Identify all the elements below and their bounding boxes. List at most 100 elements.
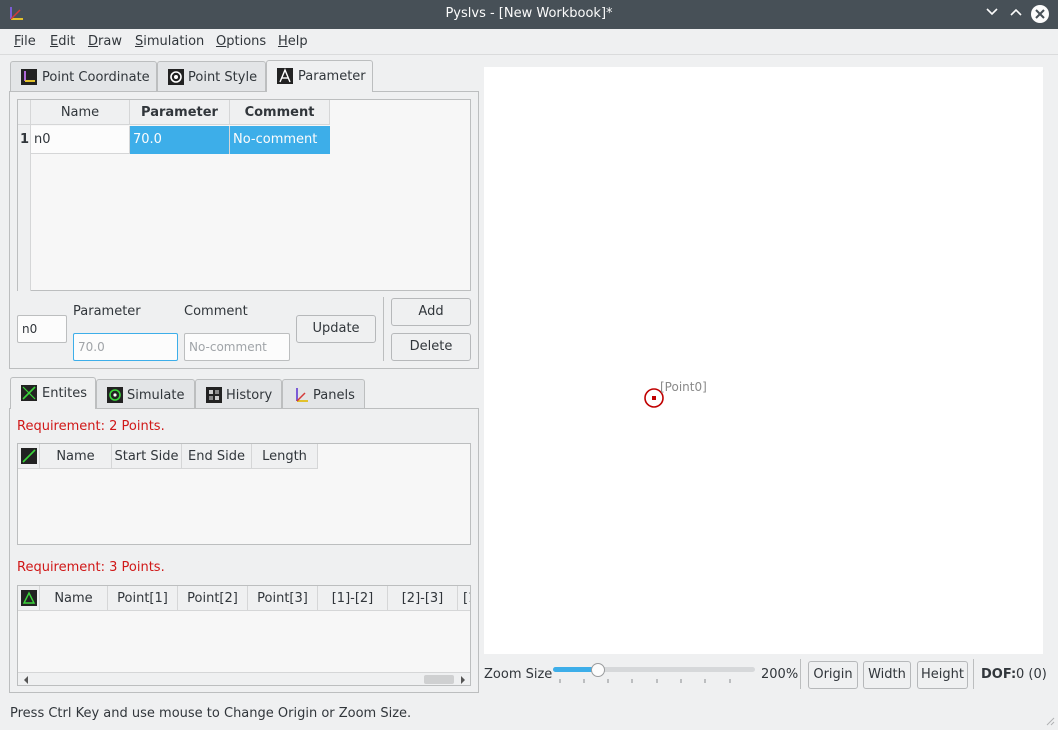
window-title: Pyslvs - [New Workbook]* [445, 6, 613, 21]
menu-file[interactable]: File [14, 34, 36, 49]
history-icon [206, 387, 222, 403]
menu-simulation-label: imulation [143, 34, 205, 49]
column-header-point2[interactable]: Point[2] [178, 586, 248, 611]
zoom-slider-ticks [559, 679, 731, 683]
delete-button[interactable]: Delete [391, 333, 471, 361]
point0-label: [Point0] [660, 380, 707, 394]
parameter-field[interactable]: 70.0 [73, 333, 178, 361]
maximize-button[interactable] [1007, 5, 1025, 23]
tab-history-label: History [226, 388, 273, 403]
zoom-slider[interactable] [553, 663, 755, 685]
table-corner [18, 100, 31, 125]
status-bar-text: Press Ctrl Key and use mouse to Change O… [10, 706, 412, 721]
scroll-right-icon [461, 676, 465, 684]
link-icon [20, 448, 37, 464]
entities-icon [21, 385, 37, 401]
tab-history[interactable]: History [195, 379, 282, 409]
menu-simulation[interactable]: Simulation [135, 34, 204, 49]
row-index[interactable]: 1 [18, 126, 31, 154]
title-bar[interactable]: Pyslvs - [New Workbook]* [0, 0, 1058, 29]
column-header-point3[interactable]: Point[3] [248, 586, 318, 611]
tab-point-coordinate-label: Point Coordinate [42, 70, 150, 85]
chains-corner [18, 586, 40, 611]
cell-parameter[interactable]: 70.0 [130, 126, 230, 154]
zoom-divider [800, 659, 801, 689]
dof-value: 0 (0) [1016, 667, 1047, 682]
minimize-button[interactable] [983, 5, 1001, 23]
panels-icon [296, 388, 308, 402]
requirement-3-label: Requirement: 3 Points. [17, 560, 165, 575]
update-button[interactable]: Update [296, 315, 376, 343]
tab-simulate[interactable]: Simulate [96, 379, 195, 409]
tab-entities[interactable]: Entites [10, 377, 96, 409]
height-button[interactable]: Height [917, 661, 968, 689]
close-icon [1035, 9, 1045, 19]
parameter-table[interactable]: Name Parameter Comment 1 n0 70.0 No-comm… [17, 99, 471, 291]
dof-label: DOF: [981, 667, 1017, 682]
cell-name[interactable]: n0 [31, 126, 130, 154]
column-header-point1[interactable]: Point[1] [108, 586, 178, 611]
chevron-up-icon [1010, 8, 1022, 16]
column-header-start-side[interactable]: Start Side [112, 444, 182, 469]
menu-options-label: ptions [226, 34, 267, 49]
menu-bar: File Edit Draw Simulation Options Help [0, 29, 1058, 55]
menu-help[interactable]: Help [278, 34, 308, 49]
origin-button[interactable]: Origin [808, 661, 858, 689]
tab-point-style-label: Point Style [188, 70, 258, 85]
comment-label: Comment [184, 304, 248, 319]
tab-point-coordinate[interactable]: Point Coordinate [10, 61, 157, 91]
tab-panels-label: Panels [313, 388, 355, 403]
tab-entities-label: Entites [42, 386, 88, 401]
tab-panels[interactable]: Panels [282, 379, 365, 409]
links-table[interactable]: Name Start Side End Side Length [17, 443, 471, 545]
point-style-icon [168, 69, 184, 85]
menu-options-mnemonic: O [216, 34, 227, 49]
menu-help-label: elp [287, 34, 308, 49]
zoom-value: 200% [761, 667, 799, 682]
requirement-2-label: Requirement: 2 Points. [17, 419, 165, 434]
tab-point-style[interactable]: Point Style [157, 61, 266, 91]
column-header-1-3[interactable]: [1] [458, 586, 470, 611]
menu-edit-label: dit [58, 34, 76, 49]
triangle-icon [20, 590, 37, 606]
menu-draw-label: raw [98, 34, 122, 49]
simulate-icon [107, 387, 123, 403]
column-header-parameter[interactable]: Parameter [130, 100, 230, 125]
dof-divider [973, 659, 974, 689]
column-header-name[interactable]: Name [40, 444, 112, 469]
tab-simulate-label: Simulate [127, 388, 185, 403]
parameter-icon [277, 68, 293, 84]
column-header-comment[interactable]: Comment [230, 100, 330, 125]
menu-file-label: ile [20, 34, 36, 49]
column-header-1-2[interactable]: [1]-[2] [318, 586, 388, 611]
editor-divider [383, 297, 384, 361]
name-field[interactable]: n0 [17, 315, 67, 343]
zoom-size-label: Zoom Size [484, 667, 553, 682]
menu-draw[interactable]: Draw [88, 34, 122, 49]
horizontal-scrollbar[interactable] [18, 672, 470, 685]
column-header-end-side[interactable]: End Side [182, 444, 252, 469]
scroll-thumb[interactable] [424, 675, 454, 684]
zoom-slider-handle[interactable] [591, 663, 605, 677]
add-button[interactable]: Add [391, 298, 471, 326]
column-header-name[interactable]: Name [31, 100, 130, 125]
close-button[interactable] [1031, 5, 1049, 23]
menu-edit[interactable]: Edit [50, 34, 75, 49]
resize-grip-icon[interactable] [1045, 716, 1055, 726]
comment-field[interactable]: No-comment [184, 333, 290, 361]
chains-table[interactable]: Name Point[1] Point[2] Point[3] [1]-[2] … [17, 585, 471, 686]
tab-parameter[interactable]: Parameter [266, 60, 373, 92]
column-header-2-3[interactable]: [2]-[3] [388, 586, 458, 611]
column-header-length[interactable]: Length [252, 444, 318, 469]
drawing-canvas[interactable]: [Point0] [484, 67, 1043, 654]
column-header-name[interactable]: Name [40, 586, 108, 611]
links-corner [18, 444, 40, 469]
menu-draw-mnemonic: D [88, 34, 99, 49]
menu-options[interactable]: Options [216, 34, 266, 49]
point-coordinate-icon [21, 69, 37, 85]
menu-edit-mnemonic: E [50, 34, 59, 49]
menu-help-mnemonic: H [278, 34, 288, 49]
chevron-down-icon [986, 8, 998, 16]
width-button[interactable]: Width [863, 661, 911, 689]
cell-comment[interactable]: No-comment [230, 126, 330, 154]
